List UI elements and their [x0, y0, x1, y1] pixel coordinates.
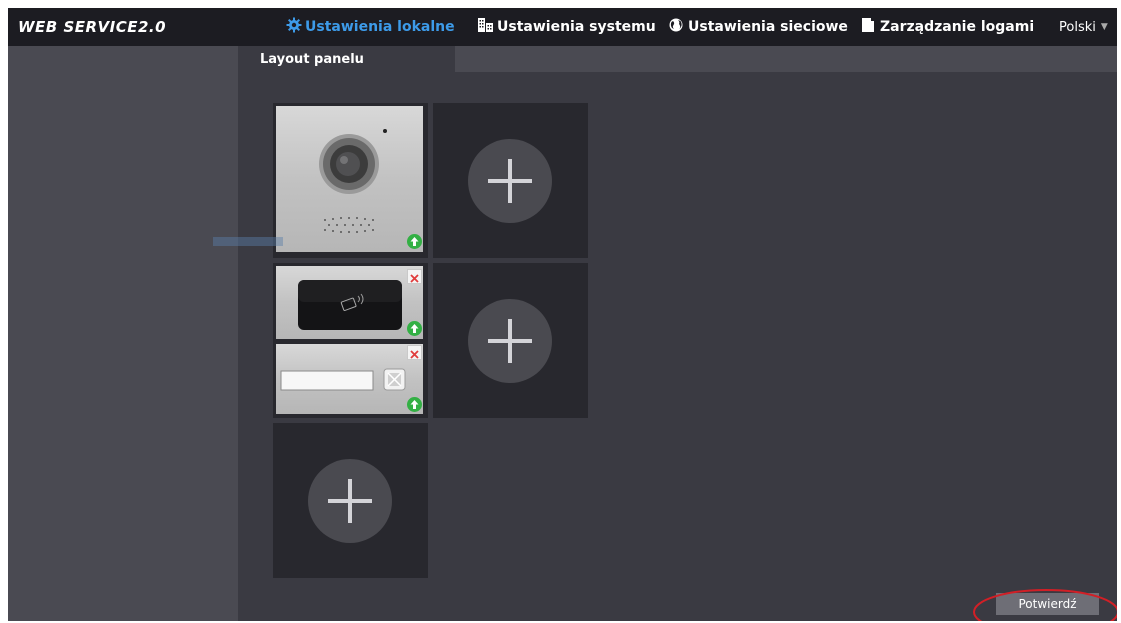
module-slot [273, 263, 428, 418]
move-up-button[interactable] [407, 234, 422, 249]
nav-network-settings[interactable]: Ustawienia sieciowe [668, 8, 848, 46]
move-up-button[interactable] [407, 321, 422, 336]
camera-module[interactable] [276, 106, 423, 252]
app-logo: WEB SERVICE2.0 [18, 18, 167, 36]
arrow-up-icon [410, 237, 419, 246]
plus-icon [328, 479, 372, 523]
nav-label: Ustawienia lokalne [305, 19, 455, 35]
nav-label: Zarządzanie logami [880, 19, 1035, 35]
nav-log-management[interactable]: Zarządzanie logami [860, 8, 1034, 46]
sub-tab-strip: Layout panelu [238, 46, 1117, 72]
card-reader-module[interactable] [276, 266, 423, 339]
arrow-up-icon [410, 400, 419, 409]
language-label: Polski [1059, 19, 1096, 35]
delete-module-button[interactable] [407, 345, 422, 360]
empty-module-slot [433, 263, 588, 418]
empty-module-slot [273, 423, 428, 578]
plus-icon [488, 159, 532, 203]
top-nav-bar: WEB SERVICE2.0 Ustawienia lokalne Ustawi… [8, 8, 1117, 46]
empty-module-slot [433, 103, 588, 258]
sidebar [8, 46, 238, 621]
keypad-module[interactable] [276, 344, 423, 414]
add-module-button[interactable] [468, 299, 552, 383]
building-icon [477, 17, 497, 37]
close-icon [410, 274, 419, 283]
close-icon [410, 350, 419, 359]
nav-system-settings[interactable]: Ustawienia systemu [477, 8, 656, 46]
globe-icon [668, 17, 688, 37]
arrow-up-icon [410, 324, 419, 333]
tab-panel-layout[interactable]: Layout panelu [238, 46, 455, 72]
nav-local-settings[interactable]: Ustawienia lokalne [285, 8, 455, 46]
gear-icon [285, 17, 305, 37]
confirm-button[interactable]: Potwierdź [996, 593, 1099, 615]
plus-icon [488, 319, 532, 363]
module-slot [273, 103, 428, 258]
delete-module-button[interactable] [407, 269, 422, 284]
document-icon [860, 17, 880, 37]
chevron-down-icon: ▼ [1100, 22, 1108, 32]
app-window: WEB SERVICE2.0 Ustawienia lokalne Ustawi… [8, 8, 1117, 621]
language-select[interactable]: Polski ▼ [1059, 8, 1108, 46]
drag-ghost [213, 237, 283, 246]
add-module-button[interactable] [308, 459, 392, 543]
nav-label: Ustawienia systemu [497, 19, 656, 35]
move-up-button[interactable] [407, 397, 422, 412]
add-module-button[interactable] [468, 139, 552, 223]
tab-label: Layout panelu [260, 51, 364, 67]
nav-label: Ustawienia sieciowe [688, 19, 848, 35]
